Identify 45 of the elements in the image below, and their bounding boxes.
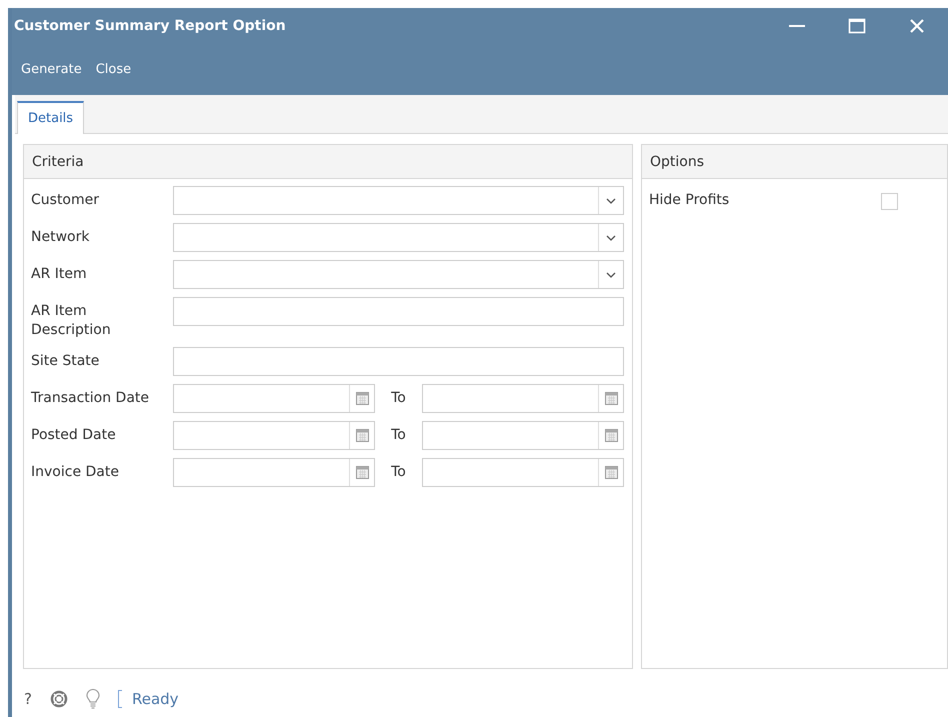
field-label: To xyxy=(390,463,407,480)
text-field[interactable] xyxy=(173,297,624,326)
field-label: AR Item Description xyxy=(31,302,112,340)
chevron-down-icon xyxy=(606,272,616,278)
calendar-icon xyxy=(604,429,618,442)
field-label: AR Item xyxy=(31,265,88,284)
field-label: Posted Date xyxy=(31,426,117,445)
close-icon xyxy=(909,18,925,34)
calendar-icon xyxy=(604,466,618,479)
text-field[interactable] xyxy=(173,347,624,376)
panel-title: Options xyxy=(650,154,704,170)
lifebuoy-icon[interactable] xyxy=(50,690,68,708)
lightbulb-icon[interactable] xyxy=(86,689,100,709)
calendar-icon xyxy=(604,392,618,405)
date-field[interactable] xyxy=(422,421,624,450)
status-text: Ready xyxy=(132,690,179,708)
field-label: Customer xyxy=(31,191,100,210)
maximize-icon xyxy=(848,18,866,34)
chevron-down-icon xyxy=(606,198,616,204)
calendar-icon xyxy=(356,466,369,479)
toolbar-button[interactable]: Generate xyxy=(16,58,91,81)
toolbar-button[interactable]: Close xyxy=(90,58,140,81)
field-label: Network xyxy=(31,228,90,247)
date-field[interactable] xyxy=(173,458,376,487)
tab[interactable]: Details xyxy=(17,101,84,134)
field-label: Invoice Date xyxy=(31,463,120,482)
combo-box[interactable] xyxy=(173,260,624,289)
field-label: Site State xyxy=(31,352,100,371)
help-icon[interactable]: ? xyxy=(24,690,32,708)
panel-title: Criteria xyxy=(32,154,84,170)
field-label: Transaction Date xyxy=(31,389,150,408)
calendar-icon xyxy=(356,392,369,405)
checkbox[interactable] xyxy=(881,193,898,210)
window-title: Customer Summary Report Option xyxy=(14,18,286,34)
date-field[interactable] xyxy=(422,384,624,413)
field-label: To xyxy=(390,389,407,406)
combo-box[interactable] xyxy=(173,186,624,215)
date-field[interactable] xyxy=(173,421,376,450)
option-label: Hide Profits xyxy=(649,191,730,210)
date-field[interactable] xyxy=(173,384,376,413)
combo-box[interactable] xyxy=(173,223,624,252)
date-field[interactable] xyxy=(422,458,624,487)
field-label: To xyxy=(390,426,407,443)
chevron-down-icon xyxy=(606,234,616,240)
calendar-icon xyxy=(356,429,369,442)
